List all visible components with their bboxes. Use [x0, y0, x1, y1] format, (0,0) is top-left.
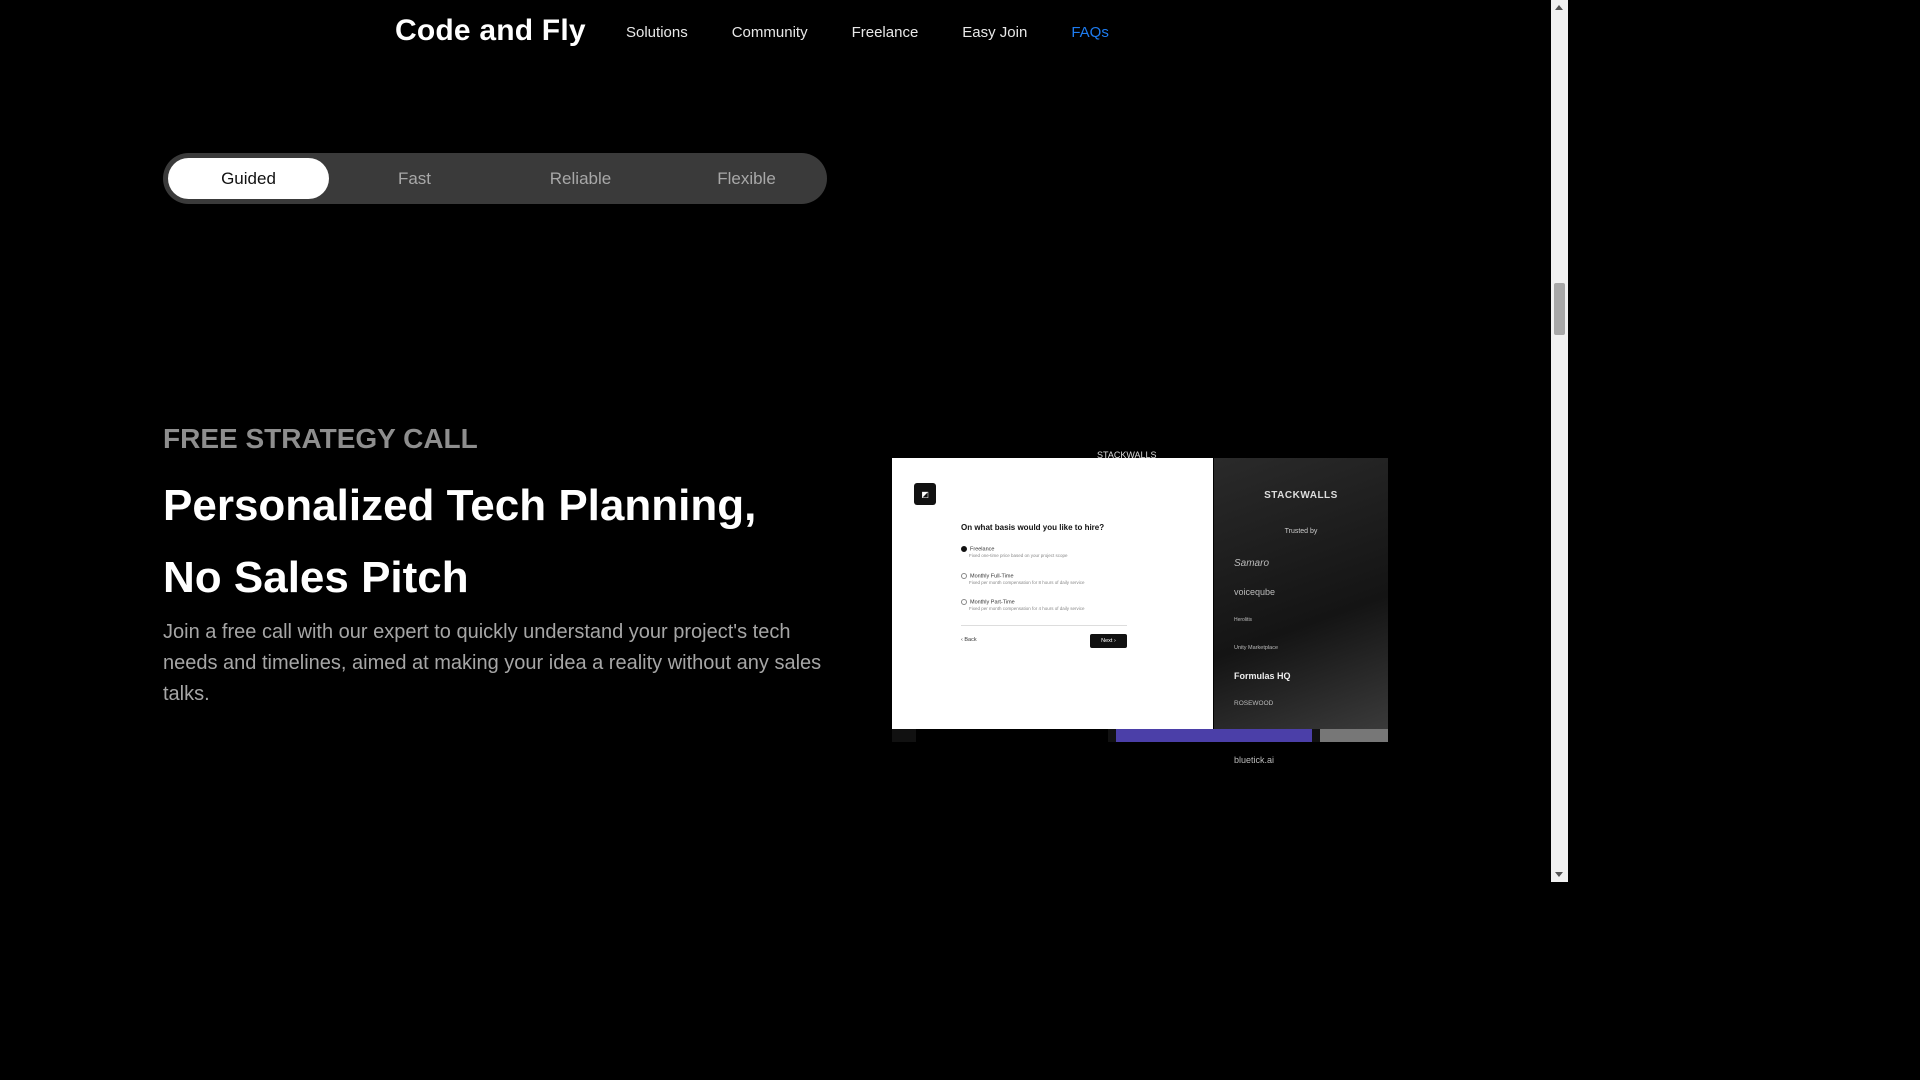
strip — [916, 729, 1108, 742]
section-description: Join a free call with our expert to quic… — [163, 621, 822, 705]
headline-line-1: Personalized Tech Planning, — [163, 481, 757, 530]
preview-trusted-label: Trusted by — [1284, 528, 1318, 535]
nav-easy-join[interactable]: Easy Join — [962, 24, 1027, 41]
radio-icon — [961, 599, 967, 605]
strip — [1320, 729, 1388, 742]
feature-segment-control: Guided Fast Reliable Flexible — [163, 153, 827, 204]
section-eyebrow: FREE STRATEGY CALL — [163, 423, 478, 454]
preview-option-part-time: Monthly Part-Time Fixed per month compen… — [961, 599, 1085, 611]
preview-image: STACKWALLS ◩ On what basis would you lik… — [892, 450, 1388, 765]
client-logo: Formulas HQ — [1234, 671, 1291, 681]
top-nav: Solutions Community Freelance Easy Join … — [626, 24, 1153, 41]
page: Code and Fly Solutions Community Freelan… — [0, 0, 1568, 882]
tab-guided[interactable]: Guided — [168, 158, 329, 199]
preview-form-panel: ◩ On what basis would you like to hire? … — [892, 458, 1213, 729]
nav-solutions[interactable]: Solutions — [626, 24, 688, 41]
divider — [961, 625, 1127, 626]
preview-bottom-strip — [892, 729, 1388, 742]
preview-option-full-time: Monthly Full-Time Fixed per month compen… — [961, 573, 1085, 585]
preview-next: Next › — [1090, 634, 1127, 648]
section-headline: Personalized Tech Planning, No Sales Pit… — [163, 470, 863, 614]
preview-question: On what basis would you like to hire? — [961, 523, 1105, 532]
headline-line-2: No Sales Pitch — [163, 553, 469, 602]
client-logo: bluetick.ai — [1234, 755, 1275, 765]
page-scrollbar[interactable] — [1551, 0, 1568, 882]
preview-brand: STACKWALLS — [1264, 490, 1338, 501]
scroll-up-icon[interactable] — [1555, 5, 1563, 10]
scroll-down-icon[interactable] — [1555, 872, 1563, 877]
tab-fast[interactable]: Fast — [334, 158, 495, 199]
tab-flexible[interactable]: Flexible — [666, 158, 827, 199]
client-logo: Samaro — [1234, 558, 1270, 569]
scrollbar-thumb[interactable] — [1554, 283, 1565, 335]
client-logo: voiceqube — [1234, 587, 1276, 597]
stackwalls-logo-icon: ◩ — [914, 483, 936, 505]
tab-reliable[interactable]: Reliable — [500, 158, 661, 199]
client-logo: Herolitis — [1234, 617, 1253, 623]
client-logo: Unity Marketplace — [1234, 645, 1279, 651]
strip — [1116, 729, 1312, 742]
nav-faqs[interactable]: FAQs — [1071, 24, 1109, 41]
brand-logo[interactable]: Code and Fly — [395, 14, 586, 48]
preview-option-freelance: Freelance Fixed one-time price based on … — [961, 546, 1068, 558]
client-logo: ROSEWOOD — [1234, 700, 1274, 707]
nav-freelance[interactable]: Freelance — [852, 24, 919, 41]
radio-selected-icon — [961, 546, 967, 552]
preview-back: ‹ Back — [961, 637, 977, 643]
nav-community[interactable]: Community — [732, 24, 808, 41]
radio-icon — [961, 573, 967, 579]
preview-trusted-panel: STACKWALLS Trusted by Samaro voiceqube H… — [1214, 458, 1388, 765]
